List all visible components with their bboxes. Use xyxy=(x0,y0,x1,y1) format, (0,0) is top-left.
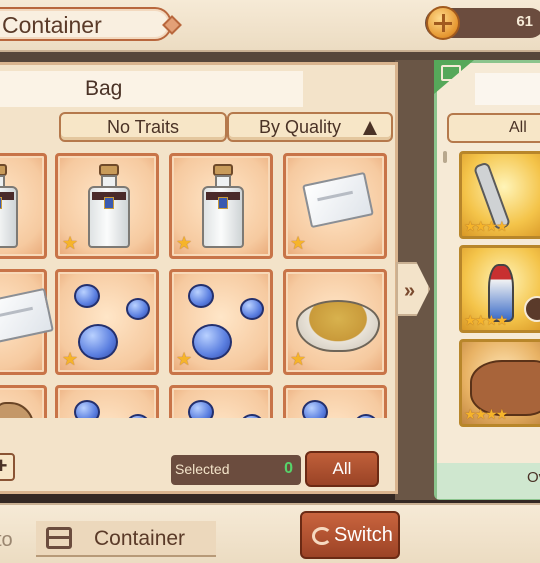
selected-counter: Selected 0 xyxy=(171,455,301,485)
bottle-icon xyxy=(0,164,18,248)
cloth-icon xyxy=(0,287,54,345)
container-filter-all[interactable]: All xyxy=(447,113,540,143)
selected-count: 0 xyxy=(284,460,293,477)
container-bottom-label: Ov xyxy=(527,469,540,486)
target-container-label: Container xyxy=(94,527,186,550)
orb-icon xyxy=(188,284,214,308)
container-item-slot[interactable]: ★★★★ xyxy=(459,339,540,427)
switch-button[interactable]: Switch xyxy=(300,511,400,559)
horse-badge-icon xyxy=(524,296,540,322)
orb-icon xyxy=(192,324,232,360)
bag-item-slot[interactable]: ★ xyxy=(169,153,273,259)
orb-icon xyxy=(74,400,100,418)
sort-quality-label: By Quality xyxy=(259,117,342,137)
star-rating: ★ xyxy=(290,349,307,369)
bag-item-slot[interactable]: ★ xyxy=(283,269,387,375)
chest-icon xyxy=(441,65,461,81)
page-title: Container xyxy=(2,12,102,38)
selected-label: Selected xyxy=(175,461,230,477)
container-panel: All ★★★★ ★★★★ ★★★★ Ov xyxy=(434,60,540,500)
bag-item-slot[interactable]: ★ xyxy=(169,269,273,375)
orb-icon xyxy=(78,324,118,360)
top-bar: Container 61 xyxy=(0,0,540,52)
transfer-to-label: to xyxy=(0,529,13,551)
traits-filter-button[interactable]: No Traits xyxy=(59,112,227,142)
switch-label: Switch xyxy=(334,524,393,546)
star-rating: ★★★★ xyxy=(464,312,508,328)
bag-item-slot[interactable] xyxy=(55,385,159,418)
bag-item-slot[interactable] xyxy=(0,385,47,418)
orb-icon xyxy=(240,298,264,320)
currency-display[interactable]: 61 xyxy=(425,6,540,40)
container-bottom-strip: Ov xyxy=(437,463,540,499)
bottom-bar: to Container Switch xyxy=(0,503,540,563)
orb-icon xyxy=(188,400,214,418)
add-button[interactable]: + xyxy=(0,453,15,481)
page-title-plate: Container xyxy=(0,7,182,41)
bottle-icon xyxy=(88,164,130,248)
currency-value: 61 xyxy=(516,13,533,30)
sort-quality-button[interactable]: By Quality xyxy=(227,112,393,142)
bag-item-slot[interactable]: ★ xyxy=(283,153,387,259)
bag-item-slot[interactable] xyxy=(169,385,273,418)
diamond-ornament-icon xyxy=(162,15,182,35)
star-rating: ★ xyxy=(176,233,193,253)
orb-icon xyxy=(240,414,264,418)
grain-bowl-icon xyxy=(296,300,380,352)
game-screen: Container 61 Bag No Traits By Quality ★ … xyxy=(0,0,540,563)
star-rating: ★ xyxy=(290,233,307,253)
rock-icon xyxy=(0,402,34,418)
container-item-slot[interactable]: ★★★★ xyxy=(459,151,540,239)
star-rating: ★ xyxy=(62,349,79,369)
bag-title: Bag xyxy=(85,77,123,100)
orb-icon xyxy=(354,414,378,418)
scrollbar[interactable] xyxy=(443,151,447,163)
bag-item-slot[interactable]: ★ xyxy=(0,153,47,259)
coin-icon xyxy=(426,6,460,40)
refresh-icon xyxy=(312,527,332,545)
target-container-plate: Container xyxy=(36,521,216,557)
bag-header: Bag xyxy=(0,71,303,107)
orb-icon xyxy=(126,298,150,320)
star-rating: ★★★★ xyxy=(464,406,508,422)
star-rating: ★ xyxy=(176,349,193,369)
orb-icon xyxy=(302,400,328,418)
bag-item-slot[interactable] xyxy=(0,269,54,375)
bottle-icon xyxy=(202,164,244,248)
bag-item-slot[interactable] xyxy=(283,385,387,418)
bag-item-slot[interactable]: ★ xyxy=(55,269,159,375)
container-item-slot[interactable]: ★★★★ xyxy=(459,245,540,333)
orb-icon xyxy=(74,284,100,308)
sort-arrow-icon xyxy=(363,121,377,135)
container-header xyxy=(475,73,540,105)
cloth-icon xyxy=(302,171,374,229)
bag-item-slot[interactable]: ★ xyxy=(55,153,159,259)
orb-icon xyxy=(126,414,150,418)
bag-panel: Bag No Traits By Quality ★ ★ ★ ★ ★ ★ + S… xyxy=(0,62,398,494)
chevron-right-icon: » xyxy=(404,280,416,302)
star-rating: ★★★★ xyxy=(464,218,508,234)
chest-icon xyxy=(46,527,72,549)
bag-item-grid: ★ ★ ★ ★ ★ ★ xyxy=(0,153,395,418)
star-rating: ★ xyxy=(62,233,79,253)
select-all-button[interactable]: All xyxy=(305,451,379,487)
